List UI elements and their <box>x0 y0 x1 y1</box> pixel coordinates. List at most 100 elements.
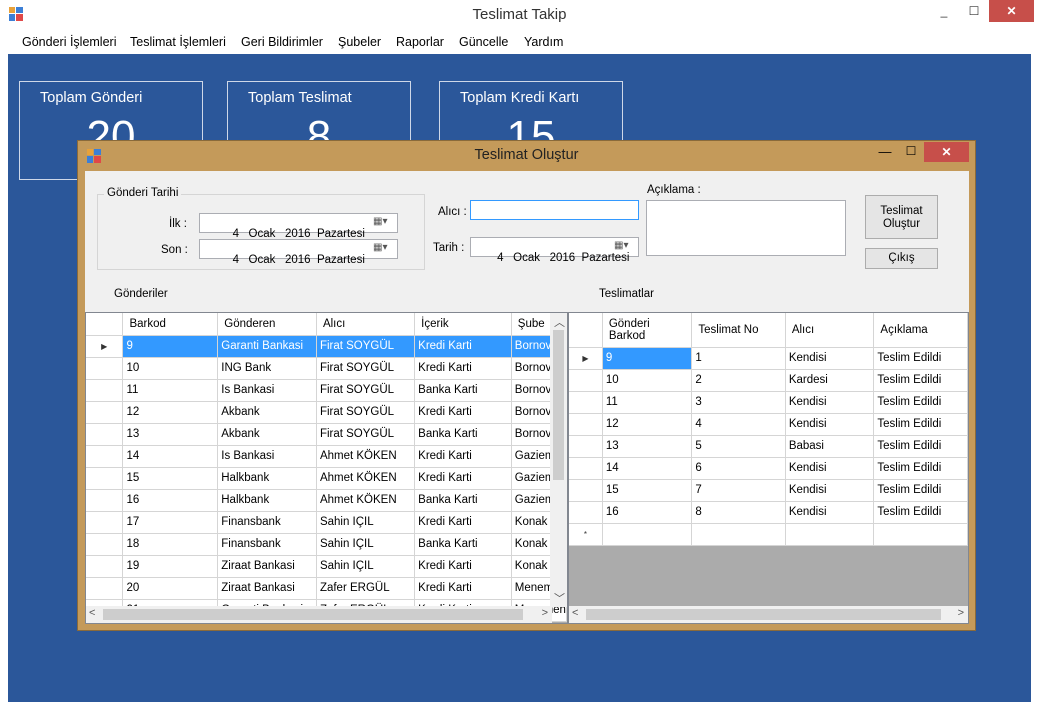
row-header[interactable] <box>86 577 124 600</box>
table-cell[interactable]: Halkbank <box>217 489 317 512</box>
son-date-picker[interactable]: 4 Ocak 2016 Pazartesi ▦▾ <box>199 239 398 266</box>
teslimatlar-grid[interactable]: Gönderi Barkod Teslimat No Alıcı Açıklam… <box>568 312 969 624</box>
table-cell[interactable]: Teslim Edildi <box>873 435 968 458</box>
table-row[interactable]: 15 Halkbank Ahmet KÖKEN Kredi Karti Gaziemir <box>86 467 567 490</box>
table-row[interactable]: 14 6 Kendisi Teslim Edildi <box>569 457 968 480</box>
aciklama-textarea[interactable] <box>646 200 846 256</box>
row-header[interactable] <box>569 435 603 458</box>
table-cell[interactable]: 14 <box>602 457 693 480</box>
alici-input[interactable] <box>470 200 639 220</box>
table-cell[interactable]: Firat SOYGÜL <box>316 423 416 446</box>
tarih-date-picker[interactable]: 4 Ocak 2016 Pazartesi ▦▾ <box>470 237 639 264</box>
table-cell[interactable]: 10 <box>602 369 693 392</box>
row-header[interactable] <box>86 467 124 490</box>
ilk-date-picker[interactable]: 4 Ocak 2016 Pazartesi ▦▾ <box>199 213 398 240</box>
table-cell[interactable]: Kredi Karti <box>414 335 512 358</box>
table-cell[interactable]: 12 <box>122 401 219 424</box>
table-cell[interactable]: 8 <box>691 501 786 524</box>
table-cell[interactable]: 14 <box>122 445 219 468</box>
table-cell[interactable]: Sahin IÇIL <box>316 533 416 556</box>
menu-subeler[interactable]: Şubeler <box>338 35 381 49</box>
table-cell[interactable]: Akbank <box>217 423 317 446</box>
table-cell[interactable]: Is Bankasi <box>217 379 317 402</box>
scroll-thumb[interactable] <box>103 609 523 620</box>
table-cell[interactable]: 1 <box>691 347 786 370</box>
scroll-left-icon[interactable]: < <box>89 607 95 619</box>
table-cell[interactable]: Akbank <box>217 401 317 424</box>
table-cell[interactable]: 13 <box>122 423 219 446</box>
row-header[interactable] <box>569 479 603 502</box>
table-cell[interactable]: Finansbank <box>217 511 317 534</box>
row-header[interactable] <box>86 423 124 446</box>
scroll-right-icon[interactable]: > <box>958 607 964 619</box>
table-row[interactable]: 10 2 Kardesi Teslim Edildi <box>569 369 968 392</box>
table-cell[interactable]: Ahmet KÖKEN <box>316 445 416 468</box>
calendar-dropdown-icon[interactable]: ▦▾ <box>373 242 395 256</box>
minimize-button[interactable]: _ <box>930 0 958 22</box>
table-cell[interactable]: 11 <box>602 391 693 414</box>
table-cell[interactable]: 4 <box>691 413 786 436</box>
row-header[interactable] <box>569 413 603 436</box>
table-row[interactable]: 17 Finansbank Sahin IÇIL Kredi Karti Konak <box>86 511 567 534</box>
table-cell[interactable]: ING Bank <box>217 357 317 380</box>
table-cell[interactable]: Ziraat Bankasi <box>217 555 317 578</box>
column-header-aciklama[interactable]: Açıklama <box>873 313 968 348</box>
table-cell[interactable]: Teslim Edildi <box>873 501 968 524</box>
row-header[interactable] <box>86 533 124 556</box>
table-cell[interactable]: 7 <box>691 479 786 502</box>
scroll-down-icon[interactable]: ﹀ <box>554 590 565 606</box>
table-row[interactable]: 11 3 Kendisi Teslim Edildi <box>569 391 968 414</box>
table-row[interactable]: 12 4 Kendisi Teslim Edildi <box>569 413 968 436</box>
table-row[interactable]: 19 Ziraat Bankasi Sahin IÇIL Kredi Karti Kon… <box>86 555 567 578</box>
table-cell[interactable] <box>691 523 786 546</box>
table-cell[interactable]: 2 <box>691 369 786 392</box>
table-cell[interactable]: Kendisi <box>785 457 875 480</box>
table-cell[interactable]: Kredi Karti <box>414 401 512 424</box>
table-cell[interactable]: 19 <box>122 555 219 578</box>
row-header[interactable] <box>86 401 124 424</box>
dialog-maximize-button[interactable]: ☐ <box>900 144 922 164</box>
column-header-icerik[interactable]: İçerik <box>414 313 512 336</box>
cikis-button[interactable]: Çıkış <box>865 248 938 269</box>
menu-teslimat-islemleri[interactable]: Teslimat İşlemleri <box>130 35 226 49</box>
table-cell[interactable]: Firat SOYGÜL <box>316 401 416 424</box>
row-header[interactable]: ▶ <box>569 347 603 370</box>
table-cell[interactable]: Zafer ERGÜL <box>316 577 416 600</box>
scroll-thumb[interactable] <box>553 330 564 480</box>
row-header[interactable]: ▶ <box>86 335 124 358</box>
table-cell[interactable]: Banka Karti <box>414 533 512 556</box>
row-header[interactable] <box>86 555 124 578</box>
column-header-alici[interactable]: Alıcı <box>316 313 416 336</box>
calendar-dropdown-icon[interactable]: ▦▾ <box>614 240 636 254</box>
dialog-close-button[interactable]: ✕ <box>924 142 969 162</box>
menu-gonderi-islemleri[interactable]: Gönderi İşlemleri <box>22 35 116 49</box>
row-header[interactable] <box>569 391 603 414</box>
table-row[interactable]: 11 Is Bankasi Firat SOYGÜL Banka Karti Borno… <box>86 379 567 402</box>
maximize-button[interactable]: ☐ <box>961 0 987 22</box>
table-row[interactable]: 13 5 Babasi Teslim Edildi <box>569 435 968 458</box>
table-row[interactable]: 16 8 Kendisi Teslim Edildi <box>569 501 968 524</box>
row-header[interactable] <box>569 369 603 392</box>
scroll-up-icon[interactable]: ︿ <box>554 314 565 330</box>
table-cell[interactable]: 15 <box>122 467 219 490</box>
table-cell[interactable]: Teslim Edildi <box>873 479 968 502</box>
table-cell[interactable]: 6 <box>691 457 786 480</box>
close-button[interactable]: ✕ <box>989 0 1034 22</box>
menu-raporlar[interactable]: Raporlar <box>396 35 444 49</box>
column-header-teslimat-no[interactable]: Teslimat No <box>691 313 786 348</box>
table-cell[interactable]: 16 <box>122 489 219 512</box>
scroll-left-icon[interactable]: < <box>572 607 578 619</box>
table-cell[interactable]: Banka Karti <box>414 489 512 512</box>
menu-geri-bildirimler[interactable]: Geri Bildirimler <box>241 35 323 49</box>
table-cell[interactable]: 15 <box>602 479 693 502</box>
table-cell[interactable]: Teslim Edildi <box>873 347 968 370</box>
table-row[interactable]: ▶ 9 1 Kendisi Teslim Edildi <box>569 347 968 370</box>
table-cell[interactable]: Kardesi <box>785 369 875 392</box>
table-cell[interactable]: Kendisi <box>785 479 875 502</box>
row-header[interactable] <box>86 379 124 402</box>
row-header[interactable] <box>569 501 603 524</box>
scroll-thumb[interactable] <box>586 609 941 620</box>
vertical-scrollbar[interactable]: ︿ ﹀ <box>550 313 567 607</box>
column-header-alici[interactable]: Alıcı <box>785 313 875 348</box>
gonderiler-grid[interactable]: Barkod Gönderen Alıcı İçerik Şube ▶ 9 Gara… <box>85 312 568 624</box>
